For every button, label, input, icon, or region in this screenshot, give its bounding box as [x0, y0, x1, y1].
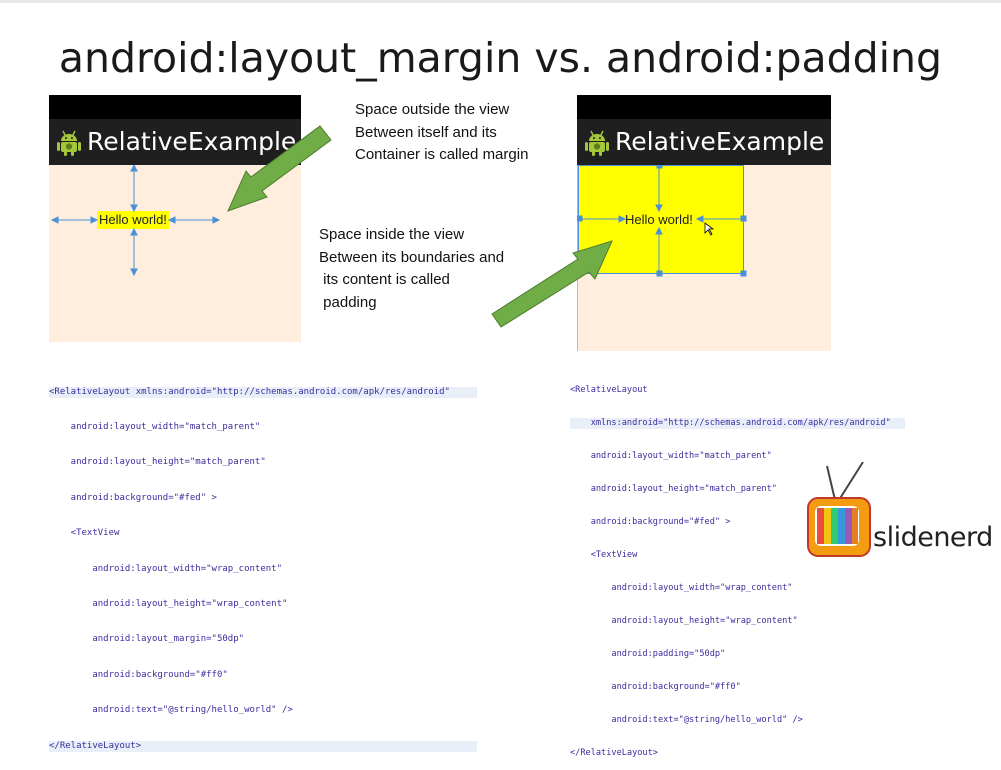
code-line: <TextView — [49, 528, 120, 539]
android-icon — [585, 130, 609, 156]
code-line: android:layout_height="wrap_content" — [570, 616, 798, 626]
code-line: </RelativeLayout> — [49, 740, 477, 753]
code-line: <RelativeLayout xmlns:android="http://sc… — [49, 386, 477, 399]
code-line: xmlns:android="http://schemas.android.co… — [570, 418, 905, 429]
status-bar — [49, 95, 301, 119]
android-icon — [57, 130, 81, 156]
code-line: android:background="#ff0" — [570, 682, 741, 692]
code-line: android:layout_height="wrap_content" — [49, 598, 288, 609]
padding-explanation: Space inside the view Between its bounda… — [319, 226, 505, 311]
slidenerd-logo: slidenerd — [805, 462, 1001, 560]
code-line: android:padding="50dp" — [570, 649, 726, 659]
code-padding-xml: <RelativeLayout xmlns:android="http://sc… — [570, 363, 905, 770]
code-line: android:background="#fed" > — [49, 492, 217, 503]
left-phone-preview: RelativeExample Hello world! — [49, 95, 301, 342]
action-bar: RelativeExample — [49, 119, 301, 165]
mouse-cursor-icon — [704, 222, 715, 236]
code-line: android:layout_width="wrap_content" — [570, 583, 793, 593]
tv-logo-icon — [807, 462, 871, 557]
padding-arrows — [577, 165, 747, 351]
code-line: android:background="#ff0" — [49, 669, 228, 680]
slide-title: android:layout_margin vs. android:paddin… — [58, 34, 943, 82]
app-title: RelativeExample — [87, 127, 297, 156]
top-strip — [0, 0, 1001, 3]
code-line: android:text="@string/hello_world" /> — [570, 715, 803, 725]
code-line: <RelativeLayout — [570, 385, 648, 395]
right-phone-preview: RelativeExample Hello world! — [577, 95, 831, 351]
code-line: android:layout_height="match_parent" — [49, 457, 266, 468]
action-bar: RelativeExample — [577, 119, 831, 165]
code-line: android:layout_width="match_parent" — [49, 421, 261, 432]
code-line: android:layout_margin="50dp" — [49, 634, 245, 645]
code-line: </RelativeLayout> — [570, 748, 658, 758]
code-margin-xml: <RelativeLayout xmlns:android="http://sc… — [49, 363, 477, 764]
code-line: android:text="@string/hello_world" /> — [49, 705, 293, 716]
relative-layout-container: Hello world! — [577, 165, 831, 351]
code-line: android:layout_width="match_parent" — [570, 451, 772, 461]
brand-name: slidenerd — [873, 522, 993, 553]
code-line: android:layout_width="wrap_content" — [49, 563, 282, 574]
relative-layout-container: Hello world! — [49, 165, 301, 342]
margin-explanation: Space outside the view Between itself an… — [355, 101, 529, 163]
app-title: RelativeExample — [615, 127, 825, 156]
status-bar — [577, 95, 831, 119]
margin-arrows — [50, 165, 221, 277]
